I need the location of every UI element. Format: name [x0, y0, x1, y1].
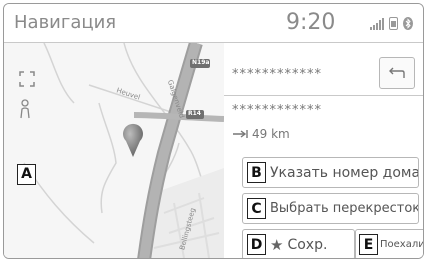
route-line-2: ************: [232, 103, 322, 118]
divider: [224, 95, 423, 96]
status-icons: [370, 17, 413, 30]
star-icon: ★: [270, 235, 284, 254]
save-button[interactable]: D ★ Сохр.: [242, 229, 355, 258]
house-number-button[interactable]: B Указать номер дома: [242, 157, 419, 188]
house-number-label: Указать номер дома: [270, 164, 419, 181]
navigation-screen: Навигация 9:20 N19a R14 Heuvel Galgenvel…: [3, 3, 424, 259]
top-bar: Навигация 9:20: [4, 4, 423, 43]
person-icon[interactable]: [19, 99, 31, 119]
location-pin-icon: [123, 123, 143, 157]
distance-arrow-icon: [233, 130, 248, 138]
back-icon: [389, 67, 405, 78]
callout-label-d: D: [247, 234, 266, 255]
save-label: Сохр.: [287, 236, 328, 253]
intersection-label: Выбрать перекресток: [270, 201, 419, 216]
road-shield-n19a: N19a: [192, 59, 210, 66]
callout-label-c: C: [247, 198, 266, 219]
callout-label-e: E: [359, 234, 378, 255]
callout-label-a: A: [17, 163, 36, 185]
route-panel: ************ ************ 49 km B Указат…: [224, 43, 423, 258]
signal-icon: [370, 18, 384, 30]
phone-icon: [389, 17, 398, 30]
route-line-1: ************: [232, 67, 322, 82]
map-view[interactable]: N19a R14 Heuvel Galgenveld Bellingsteeg …: [4, 43, 224, 258]
go-button[interactable]: E Поехали: [355, 229, 424, 258]
expand-icon[interactable]: [19, 71, 35, 87]
road-shield-r14: R14: [188, 110, 201, 117]
distance-row: 49 km: [232, 127, 290, 141]
distance-value: 49 km: [252, 127, 290, 141]
callout-label-b: B: [247, 162, 266, 183]
intersection-button[interactable]: C Выбрать перекресток: [242, 193, 419, 224]
back-button[interactable]: [379, 57, 415, 89]
clock: 9:20: [286, 10, 336, 35]
bluetooth-icon: [403, 17, 413, 30]
page-title: Навигация: [14, 12, 117, 33]
go-label: Поехали: [380, 239, 424, 250]
